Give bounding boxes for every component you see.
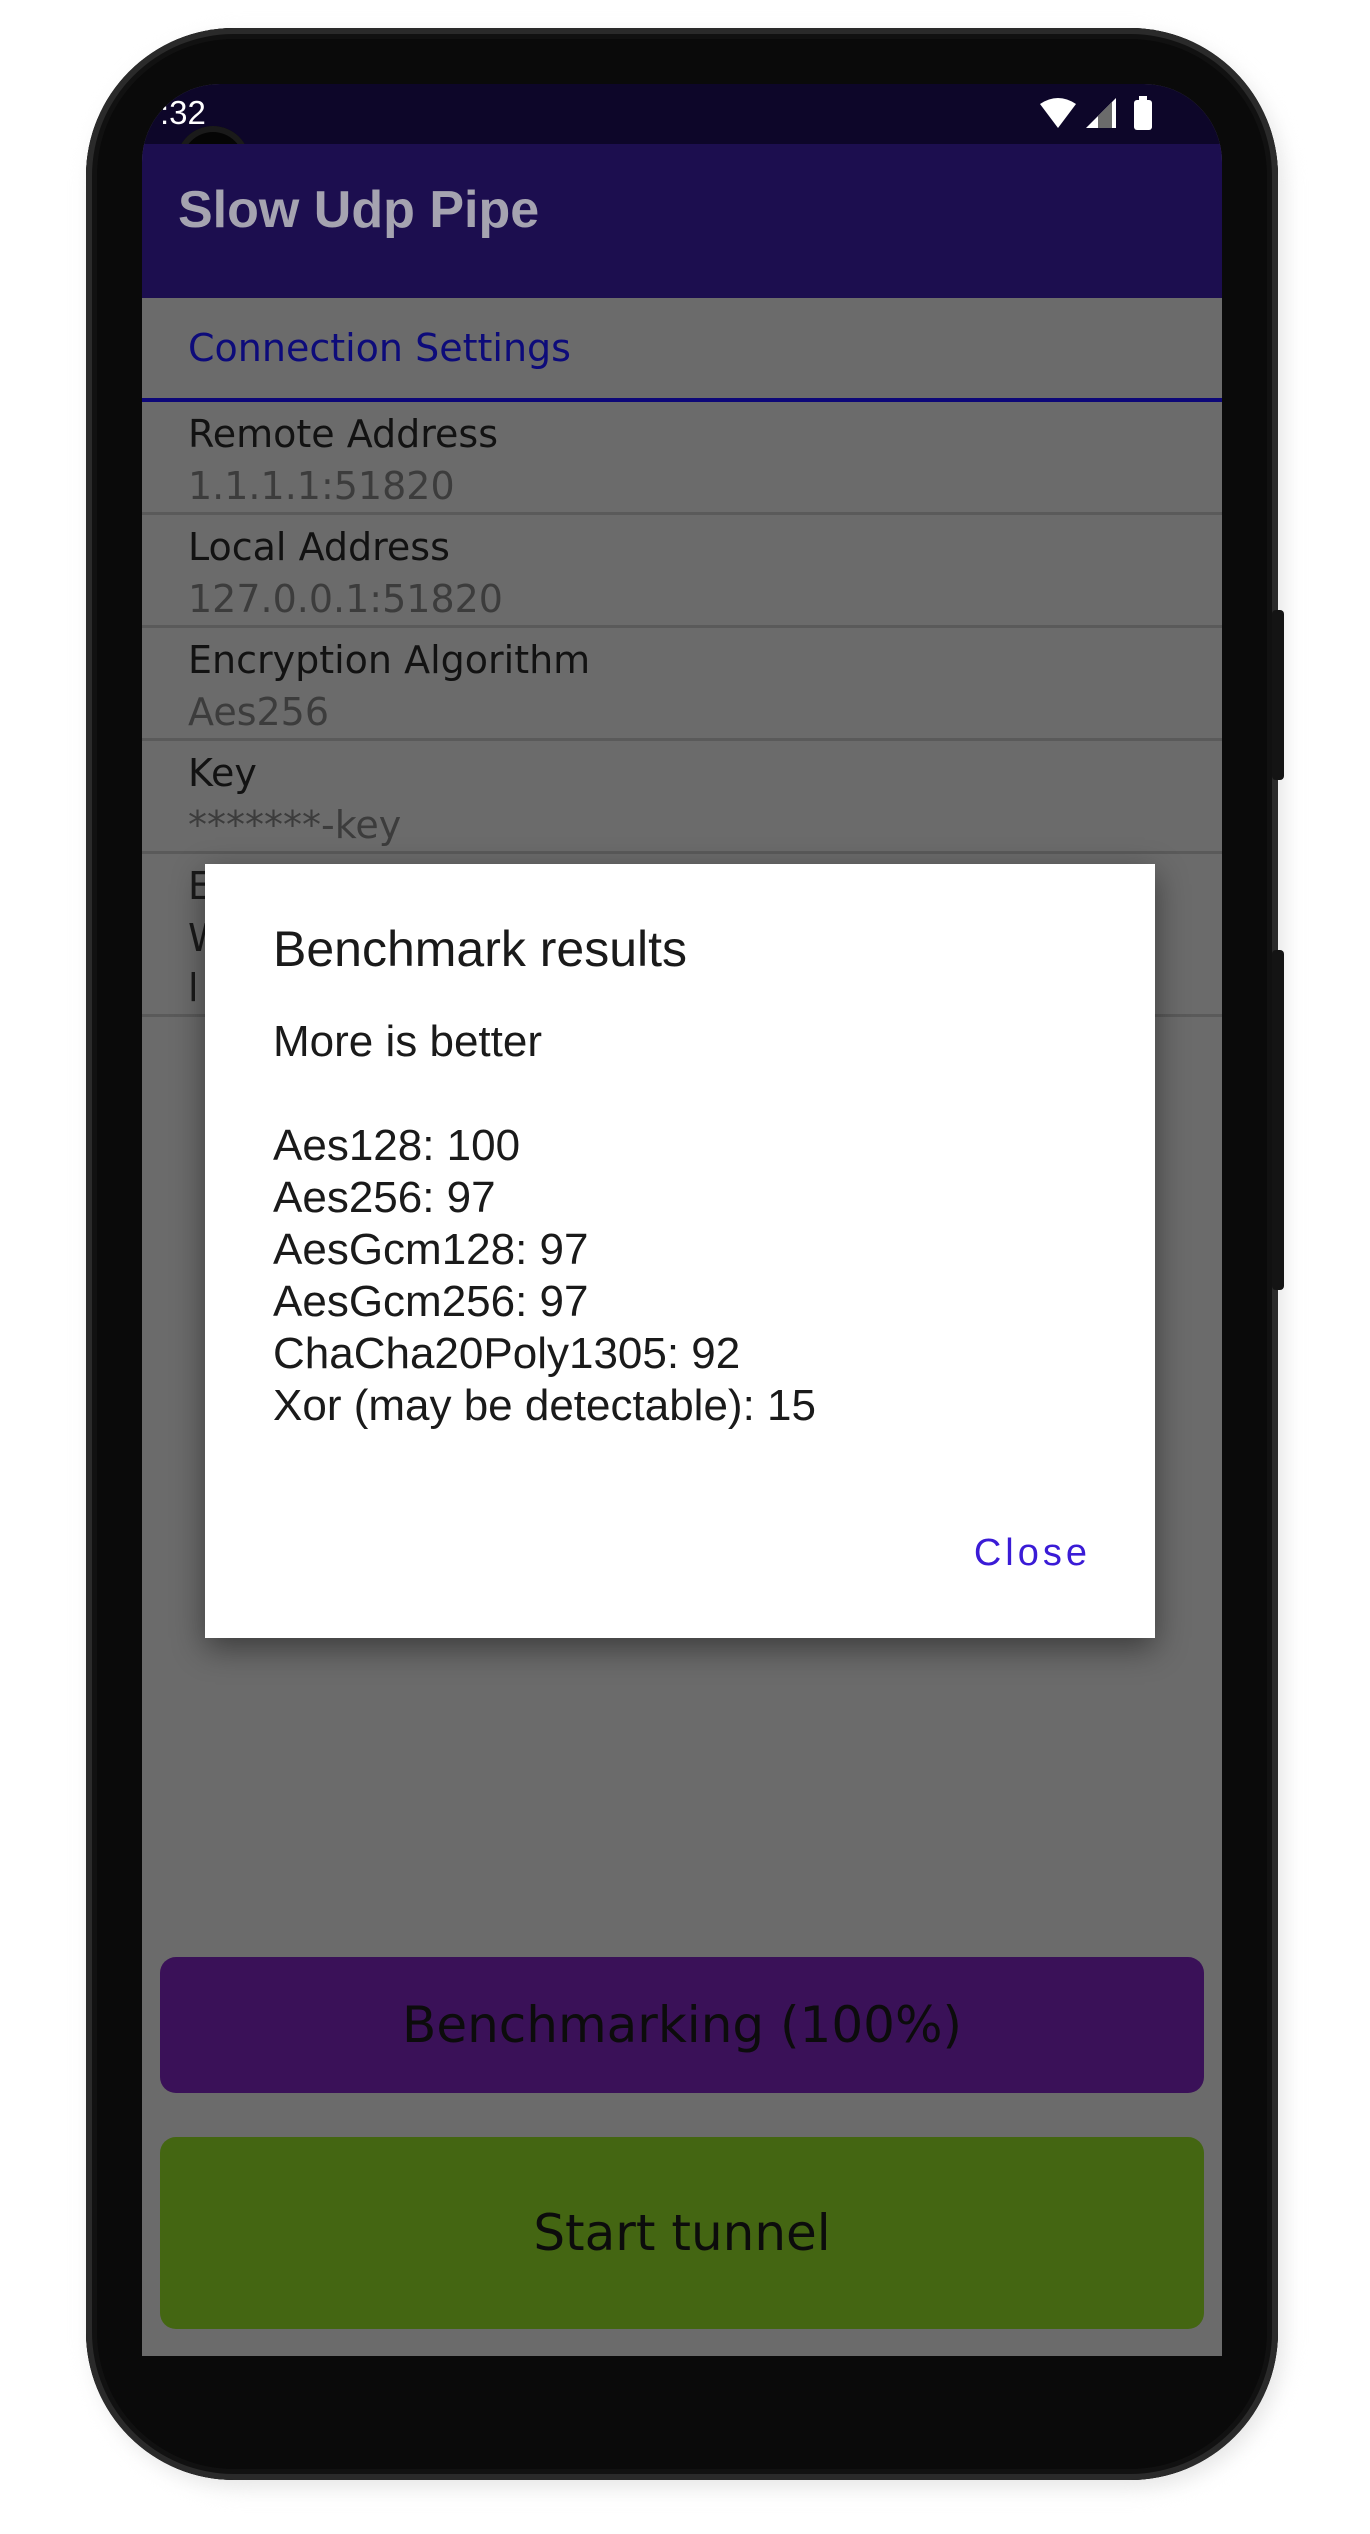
battery-icon: [1134, 100, 1152, 130]
start-tunnel-button[interactable]: Start tunnel: [160, 2137, 1204, 2329]
battery-tip: [1139, 96, 1147, 101]
setting-label: Local Address: [188, 525, 450, 569]
close-button[interactable]: Close: [974, 1532, 1091, 1575]
wifi-icon: [1040, 98, 1076, 128]
dialog-title: Benchmark results: [273, 921, 688, 977]
result-aes256: Aes256: 97: [273, 1173, 496, 1222]
power-button: [1272, 610, 1284, 780]
section-title: Connection Settings: [188, 326, 571, 370]
setting-key[interactable]: Key *******-key: [142, 741, 1222, 854]
dialog-body: More is better Aes128: 100 Aes256: 97 Ae…: [273, 1016, 816, 1432]
status-bar: :32: [142, 84, 1222, 144]
result-xor: Xor (may be detectable): 15: [273, 1381, 816, 1430]
section-header: Connection Settings: [142, 298, 1222, 402]
setting-encryption-algorithm[interactable]: Encryption Algorithm Aes256: [142, 628, 1222, 741]
app-bar: Slow Udp Pipe: [142, 144, 1222, 298]
setting-label: Remote Address: [188, 412, 499, 456]
setting-value: 1.1.1.1:51820: [188, 464, 455, 508]
status-time: :32: [160, 94, 206, 131]
setting-value: 127.0.0.1:51820: [188, 577, 503, 621]
cellular-signal-outline: [1098, 102, 1112, 128]
setting-label: Key: [188, 751, 257, 795]
setting-remote-address[interactable]: Remote Address 1.1.1.1:51820: [142, 402, 1222, 515]
dialog-subtitle: More is better: [273, 1017, 542, 1066]
volume-button: [1272, 950, 1284, 1290]
setting-label: Encryption Algorithm: [188, 638, 591, 682]
setting-value-line2: l: [188, 966, 199, 1010]
benchmark-results-dialog: Benchmark results More is better Aes128:…: [205, 864, 1155, 1638]
benchmark-button[interactable]: Benchmarking (100%): [160, 1957, 1204, 2093]
result-aes128: Aes128: 100: [273, 1121, 521, 1170]
status-icons: [1040, 96, 1152, 130]
result-chacha20poly1305: ChaCha20Poly1305: 92: [273, 1329, 741, 1378]
setting-local-address[interactable]: Local Address 127.0.0.1:51820: [142, 515, 1222, 628]
setting-value: Aes256: [188, 690, 330, 734]
result-aesgcm128: AesGcm128: 97: [273, 1225, 589, 1274]
setting-value: *******-key: [188, 803, 402, 847]
result-aesgcm256: AesGcm256: 97: [273, 1277, 589, 1326]
app-title: Slow Udp Pipe: [178, 181, 540, 239]
